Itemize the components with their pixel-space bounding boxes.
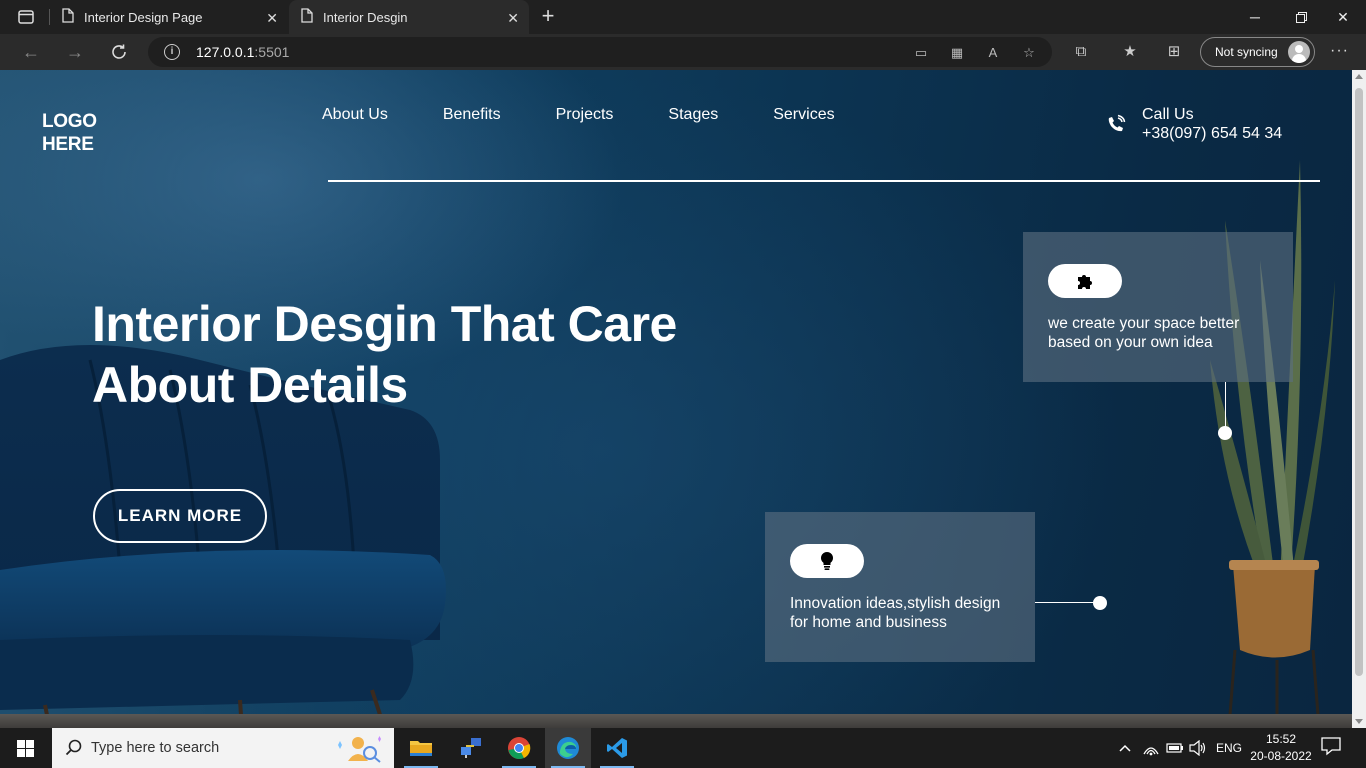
page-icon (301, 8, 313, 26)
feature-card-ideas: Innovation ideas,stylish design for home… (765, 512, 1035, 662)
call-us-label: Call Us (1142, 106, 1194, 123)
clock-time: 15:52 (1265, 732, 1297, 746)
minimize-icon[interactable]: ─ (1232, 0, 1278, 34)
collections-icon[interactable]: ⊞ (1164, 42, 1184, 62)
sync-label: Not syncing (1215, 45, 1278, 59)
hotspot-dot[interactable] (1218, 426, 1232, 440)
feature-card-space: we create your space better based on you… (1023, 232, 1293, 382)
nav-divider (328, 180, 1320, 182)
nav-services[interactable]: Services (773, 106, 834, 124)
page-scrollbar[interactable] (1352, 70, 1366, 728)
chevron-up-icon (1119, 744, 1131, 752)
network-app-icon[interactable] (448, 728, 494, 768)
address-bar-row: ← → i 127.0.0.1:5501 ▭ ▦ A ☆ ⧉ ★ ⊞ Not s… (0, 34, 1366, 70)
feature-card-text: Innovation ideas,stylish design for home… (790, 595, 1001, 631)
avatar (1288, 41, 1310, 63)
extensions-icon[interactable]: ⧉ (1071, 42, 1091, 62)
restore-icon[interactable] (1278, 0, 1324, 34)
learn-more-button[interactable]: LEARN MORE (93, 489, 267, 543)
lightbulb-icon (820, 551, 834, 570)
lightbulb-icon-pill (790, 544, 864, 578)
search-placeholder: Type here to search (91, 740, 220, 756)
favorites-icon[interactable]: ★ (1120, 42, 1140, 62)
phone-icon (1108, 114, 1126, 132)
volume-icon[interactable] (1189, 728, 1207, 768)
chrome-icon[interactable] (496, 728, 542, 768)
app-available-icon[interactable]: ▭ (912, 44, 930, 62)
site-logo[interactable]: LOGO HERE (42, 110, 112, 156)
wifi-icon[interactable] (1142, 728, 1160, 768)
scroll-thumb[interactable] (1355, 88, 1363, 676)
taskbar-search-input[interactable]: Type here to search (52, 728, 394, 768)
clock-date: 20-08-2022 (1250, 749, 1312, 763)
windows-start-icon[interactable] (0, 728, 50, 768)
search-highlight-icon (338, 736, 381, 763)
tab-title: Interior Desgin (323, 9, 408, 25)
nav-benefits[interactable]: Benefits (443, 106, 501, 124)
add-favorite-icon[interactable]: ☆ (1020, 44, 1038, 62)
scroll-down-icon[interactable] (1355, 719, 1363, 724)
url-text: 127.0.0.1:5501 (196, 44, 290, 60)
windows-taskbar: Type here to search ENG 15:52 20-08-2022 (0, 728, 1366, 768)
tab-title: Interior Design Page (84, 9, 203, 25)
close-tab-icon[interactable]: ✕ (507, 10, 519, 27)
qr-code-icon[interactable]: ▦ (948, 44, 966, 62)
tab-interior-design-page[interactable]: Interior Design Page ✕ (50, 0, 288, 34)
read-aloud-icon[interactable]: A (984, 44, 1002, 62)
more-menu-icon[interactable]: ··· (1330, 42, 1349, 60)
feature-card-text: we create your space better based on you… (1048, 315, 1240, 351)
hero-title: Interior Desgin That Care About Details (92, 296, 677, 413)
notifications-icon[interactable] (1320, 736, 1346, 760)
page-viewport: LOGO HERE About Us Benefits Projects Sta… (0, 70, 1352, 728)
browser-tab-bar: Interior Design Page ✕ Interior Desgin ✕… (0, 0, 1366, 34)
edge-icon[interactable] (545, 728, 591, 768)
scroll-up-icon[interactable] (1355, 74, 1363, 79)
url-input[interactable]: i 127.0.0.1:5501 ▭ ▦ A ☆ (148, 37, 1052, 67)
show-hidden-icons[interactable] (1118, 728, 1132, 768)
vscode-icon[interactable] (594, 728, 640, 768)
profile-sync-button[interactable]: Not syncing (1200, 37, 1315, 67)
close-window-icon[interactable]: ✕ (1320, 0, 1366, 34)
hotspot-dot[interactable] (1093, 596, 1107, 610)
floor (0, 714, 1352, 728)
card-connector-line (1035, 602, 1095, 603)
close-tab-icon[interactable]: ✕ (266, 10, 278, 27)
file-explorer-icon[interactable] (398, 728, 444, 768)
refresh-icon[interactable] (106, 39, 132, 65)
puzzle-icon-pill (1048, 264, 1122, 298)
back-icon[interactable]: ← (18, 39, 44, 65)
nav-stages[interactable]: Stages (668, 106, 718, 124)
language-indicator[interactable]: ENG (1216, 728, 1242, 768)
forward-icon[interactable]: → (62, 39, 88, 65)
main-nav: About Us Benefits Projects Stages Servic… (322, 106, 890, 124)
tab-interior-desgin[interactable]: Interior Desgin ✕ (289, 0, 529, 34)
puzzle-icon (1078, 275, 1092, 289)
site-info-icon[interactable]: i (164, 44, 180, 60)
search-icon (65, 739, 82, 756)
nav-projects[interactable]: Projects (556, 106, 614, 124)
battery-icon[interactable] (1166, 728, 1184, 768)
phone-number: +38(097) 654 54 34 (1142, 125, 1283, 142)
system-clock[interactable]: 15:52 20-08-2022 (1250, 731, 1312, 765)
card-connector-line (1225, 382, 1226, 432)
new-tab-icon[interactable]: + (536, 5, 560, 29)
nav-about-us[interactable]: About Us (322, 106, 388, 124)
page-icon (62, 8, 74, 26)
tab-actions-icon[interactable] (12, 6, 40, 28)
